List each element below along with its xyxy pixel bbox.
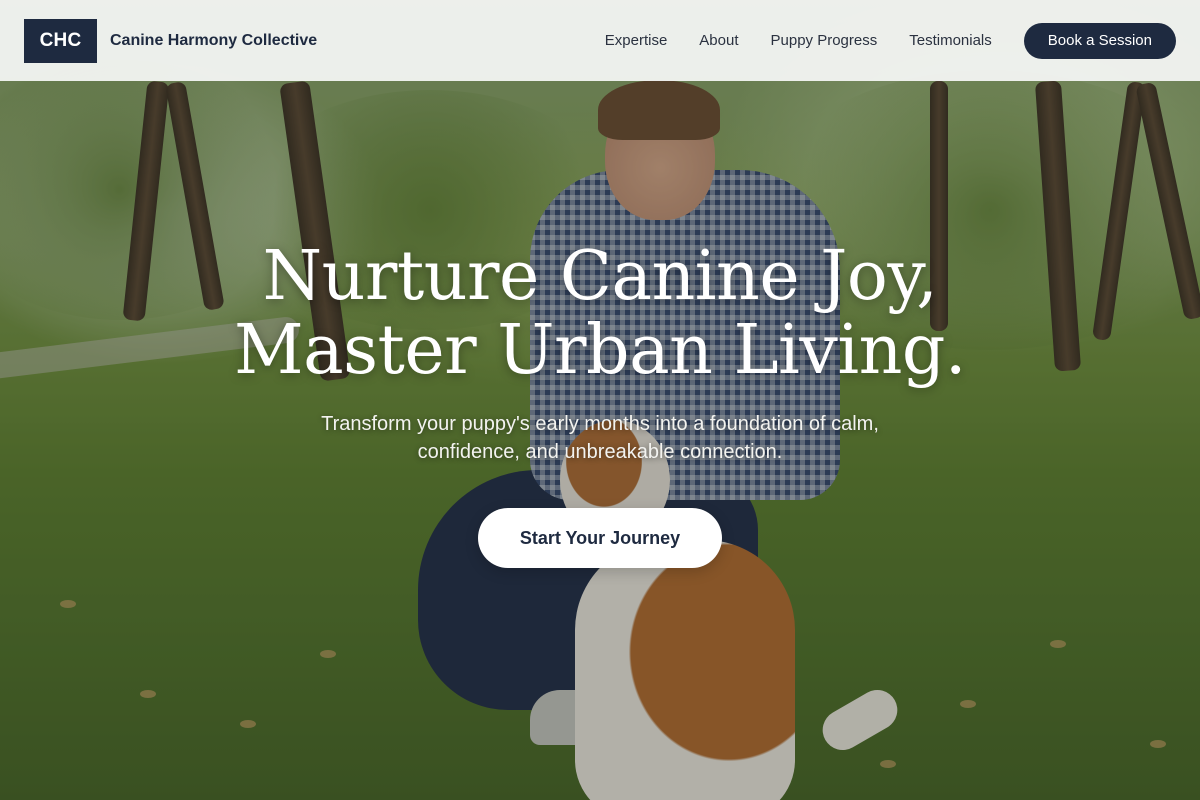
nav-link-expertise[interactable]: Expertise (605, 32, 668, 49)
site-header: CHC Canine Harmony Collective Expertise … (0, 0, 1200, 81)
hero-title-line-2: Master Urban Living. (233, 311, 967, 390)
hero-subtitle: Transform your puppy's early months into… (321, 413, 879, 463)
main-nav: Expertise About Puppy Progress Testimoni… (605, 22, 1176, 59)
nav-link-puppy-progress[interactable]: Puppy Progress (771, 32, 878, 49)
start-journey-button[interactable]: Start Your Journey (478, 508, 722, 568)
book-session-button[interactable]: Book a Session (1023, 22, 1176, 59)
hero-title: Nurture Canine Joy, Master Urban Living. (0, 240, 1200, 388)
brand-name[interactable]: Canine Harmony Collective (110, 32, 317, 50)
hero-title-line-1: Nurture Canine Joy, (262, 237, 938, 316)
landing-page: CHC Canine Harmony Collective Expertise … (0, 0, 1200, 800)
hero-section: Nurture Canine Joy, Master Urban Living.… (0, 240, 1200, 568)
logo-mark[interactable]: CHC (24, 18, 97, 63)
nav-link-about[interactable]: About (699, 32, 738, 49)
nav-link-testimonials[interactable]: Testimonials (909, 32, 992, 49)
